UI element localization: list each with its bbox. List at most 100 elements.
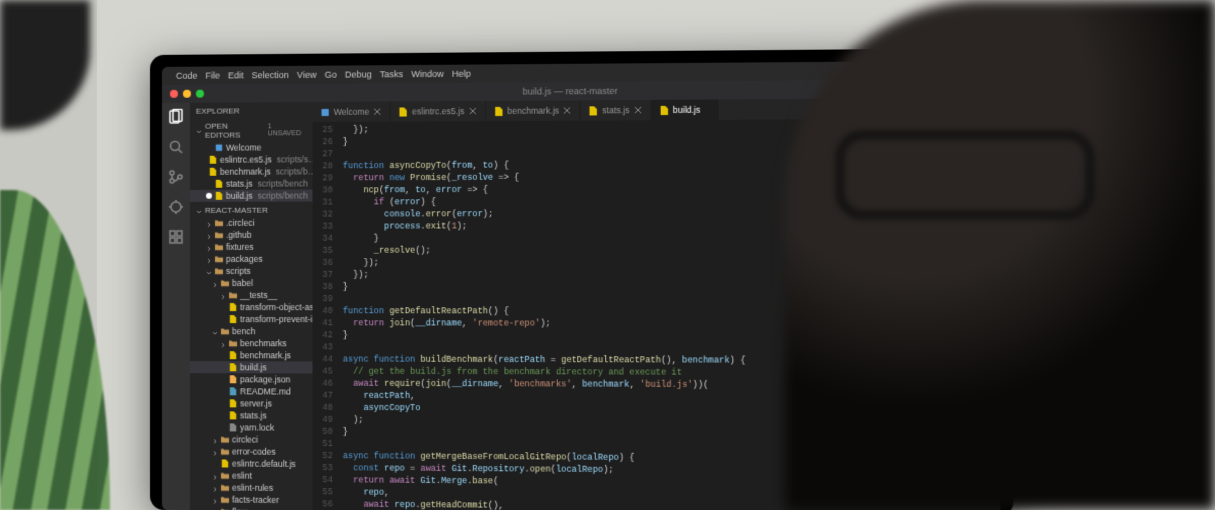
- tree-folder[interactable]: facts-tracker: [190, 493, 313, 506]
- mac-menu-item[interactable]: Window: [411, 69, 444, 79]
- tree-label: flow: [232, 507, 247, 510]
- mac-menu-item[interactable]: Go: [325, 70, 337, 80]
- tree-file[interactable]: yarn.lock: [190, 421, 313, 434]
- close-window-icon[interactable]: [170, 90, 178, 98]
- tab-label: stats.js: [602, 105, 629, 115]
- tree-file[interactable]: transform-object-assi…: [190, 301, 313, 313]
- minimize-window-icon[interactable]: [183, 90, 191, 98]
- tree-folder[interactable]: .github: [190, 229, 313, 241]
- folder-icon: [221, 471, 229, 479]
- tree-file[interactable]: build.js: [190, 361, 313, 373]
- js-file-icon: [399, 107, 408, 116]
- tree-folder[interactable]: benchmarks: [190, 337, 313, 349]
- tree-folder[interactable]: __tests__: [190, 289, 313, 301]
- chevron-down-icon: [196, 128, 202, 134]
- open-editor-item[interactable]: eslintrc.es5.jsscripts/s…: [190, 153, 313, 166]
- source-control-icon[interactable]: [168, 169, 184, 185]
- tree-folder[interactable]: bench: [190, 325, 313, 337]
- js-file-icon: [659, 105, 668, 114]
- close-icon[interactable]: [563, 106, 571, 114]
- js-icon: [229, 351, 237, 359]
- chevron-right-icon: [212, 472, 218, 478]
- traffic-lights[interactable]: [162, 90, 212, 98]
- open-editor-label: build.js: [226, 191, 253, 201]
- open-editor-item[interactable]: Welcome: [190, 141, 313, 154]
- chevron-right-icon: [212, 436, 218, 442]
- tree-file[interactable]: eslintrc.default.js: [190, 457, 313, 470]
- tree-file[interactable]: benchmark.js: [190, 349, 313, 361]
- chevron-right-icon: [212, 280, 218, 286]
- js-icon: [229, 363, 237, 371]
- editor-tab[interactable]: Welcome: [313, 101, 391, 122]
- tree-folder[interactable]: babel: [190, 277, 313, 289]
- mac-menu-item[interactable]: Edit: [228, 70, 244, 80]
- close-icon[interactable]: [634, 106, 642, 114]
- close-icon[interactable]: [469, 107, 477, 115]
- tree-label: package.json: [240, 374, 290, 384]
- tree-folder[interactable]: circleci: [190, 433, 313, 446]
- tree-file[interactable]: transform-prevent-infi…: [190, 313, 313, 325]
- js-icon: [229, 315, 237, 323]
- dirty-indicator-icon: [206, 193, 212, 199]
- tree-label: transform-object-assi…: [240, 302, 312, 312]
- chevron-down-icon: [196, 207, 202, 213]
- folder-icon: [221, 483, 229, 491]
- editor-tab[interactable]: build.js: [651, 99, 719, 120]
- js-icon: [229, 303, 237, 311]
- open-editor-item[interactable]: stats.jsscripts/bench: [190, 177, 313, 189]
- tree-label: error-codes: [232, 446, 276, 456]
- open-editor-item[interactable]: benchmark.jsscripts/b…: [190, 165, 313, 178]
- debug-icon[interactable]: [168, 199, 184, 215]
- tree-folder[interactable]: eslint-rules: [190, 481, 313, 494]
- editor-tab[interactable]: eslintrc.es5.js: [391, 101, 486, 122]
- tree-folder[interactable]: flow: [190, 505, 313, 510]
- js-icon: [229, 411, 237, 419]
- explorer-icon[interactable]: [168, 109, 184, 125]
- js-file-icon: [494, 106, 503, 115]
- chevron-down-icon: [212, 328, 218, 334]
- line-numbers: 25 26 27 28 29 30 31 32 33 34 35 36 37 3…: [313, 122, 339, 510]
- close-icon[interactable]: [373, 108, 381, 116]
- tree-file[interactable]: README.md: [190, 385, 313, 398]
- js-file-icon: [589, 106, 598, 115]
- mac-menu-item[interactable]: View: [297, 70, 317, 80]
- open-editors-header[interactable]: OPEN EDITORS 1 UNSAVED: [190, 117, 313, 142]
- zoom-window-icon[interactable]: [196, 90, 204, 98]
- open-editor-hint: scripts/s…: [277, 154, 313, 164]
- editor-tab[interactable]: benchmark.js: [486, 100, 581, 121]
- tree-folder[interactable]: scripts: [190, 265, 313, 277]
- mac-menu-item[interactable]: Tasks: [380, 69, 403, 79]
- open-editor-item[interactable]: build.js scripts/bench: [190, 189, 313, 201]
- folder-icon: [215, 231, 223, 239]
- js-icon: [229, 399, 237, 407]
- search-icon[interactable]: [168, 139, 184, 155]
- tree-file[interactable]: server.js: [190, 397, 313, 410]
- editor-tab[interactable]: stats.js: [581, 100, 652, 121]
- mac-menu-item[interactable]: Code: [176, 71, 198, 81]
- mac-menu-item[interactable]: Help: [452, 69, 471, 79]
- tree-label: packages: [226, 254, 263, 264]
- chevron-right-icon: [206, 232, 212, 238]
- mac-menu-item[interactable]: File: [205, 70, 220, 80]
- glasses-blur: [835, 130, 1095, 220]
- tree-label: benchmark.js: [240, 350, 291, 360]
- open-editor-hint: scripts/bench: [258, 190, 308, 200]
- tree-folder[interactable]: packages: [190, 253, 313, 265]
- tree-file[interactable]: package.json: [190, 373, 313, 385]
- tree-label: facts-tracker: [232, 495, 279, 505]
- tree-file[interactable]: stats.js: [190, 409, 313, 422]
- tree-folder[interactable]: .circleci: [190, 217, 313, 229]
- open-editor-label: stats.js: [226, 179, 253, 189]
- extensions-icon[interactable]: [168, 229, 184, 245]
- explorer-sidebar: EXPLORER OPEN EDITORS 1 UNSAVED Welcomee…: [190, 102, 313, 510]
- json-icon: [229, 375, 237, 383]
- mac-menu-item[interactable]: Debug: [345, 69, 372, 79]
- mac-menu-item[interactable]: Selection: [252, 70, 289, 80]
- project-header[interactable]: REACT-MASTER: [190, 202, 313, 217]
- js-file-icon: [209, 168, 217, 176]
- lock-icon: [229, 423, 237, 431]
- tree-folder[interactable]: fixtures: [190, 241, 313, 253]
- tree-folder[interactable]: eslint: [190, 469, 313, 482]
- welcome-file-icon: [215, 144, 223, 152]
- tree-folder[interactable]: error-codes: [190, 445, 313, 458]
